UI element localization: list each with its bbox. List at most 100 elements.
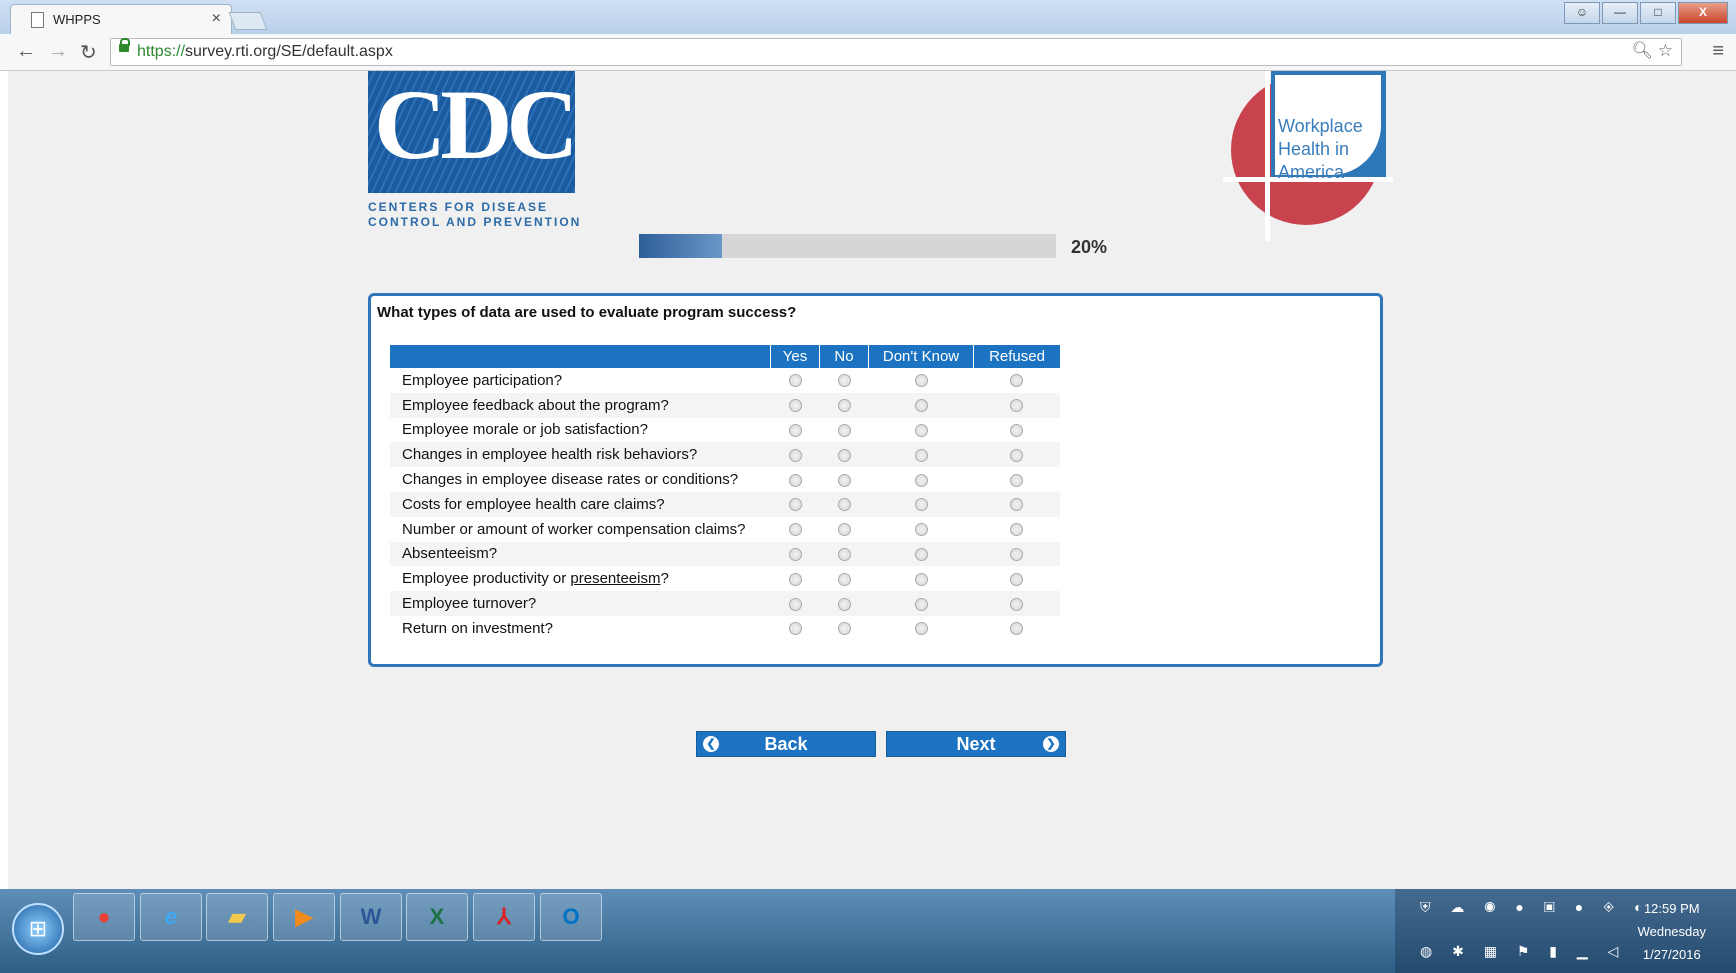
clock[interactable]: 12:59 PM Wednesday 1/27/2016 bbox=[1638, 897, 1706, 966]
column-header: No bbox=[819, 345, 869, 368]
radio-yes[interactable] bbox=[788, 572, 802, 586]
table-row: Employee morale or job satisfaction? bbox=[390, 417, 1060, 443]
file-explorer-icon[interactable]: ▰ bbox=[206, 893, 268, 941]
radio-don-t-know[interactable] bbox=[914, 498, 928, 512]
row-label: Changes in employee disease rates or con… bbox=[390, 467, 771, 492]
radio-refused[interactable] bbox=[1010, 374, 1024, 388]
row-label: Employee productivity or presenteeism? bbox=[390, 566, 771, 592]
radio-refused[interactable] bbox=[1010, 572, 1024, 586]
forward-arrow-icon[interactable]: → bbox=[48, 40, 68, 63]
reload-icon[interactable]: ↻ bbox=[80, 40, 97, 65]
radio-yes[interactable] bbox=[788, 597, 802, 611]
next-button[interactable]: Next ❯ bbox=[886, 731, 1066, 757]
radio-no[interactable] bbox=[837, 622, 851, 636]
table-row: Costs for employee health care claims? bbox=[390, 491, 1060, 517]
progress-label: 20% bbox=[1071, 237, 1108, 257]
radio-don-t-know[interactable] bbox=[914, 473, 928, 487]
radio-refused[interactable] bbox=[1010, 597, 1024, 611]
radio-don-t-know[interactable] bbox=[914, 399, 928, 413]
radio-no[interactable] bbox=[837, 473, 851, 487]
back-arrow-icon[interactable]: ← bbox=[16, 40, 36, 63]
radio-no[interactable] bbox=[837, 498, 851, 512]
radio-don-t-know[interactable] bbox=[914, 548, 928, 561]
close-tab-icon[interactable]: × bbox=[212, 10, 221, 28]
new-tab-button[interactable] bbox=[228, 12, 268, 30]
zoom-and-bookmark-icons[interactable]: 🔍︎ ☆ bbox=[1631, 41, 1673, 61]
table-row: Absenteeism? bbox=[390, 541, 1060, 567]
row-label: Absenteeism? bbox=[390, 541, 771, 567]
radio-yes[interactable] bbox=[788, 473, 802, 487]
radio-refused[interactable] bbox=[1010, 498, 1024, 512]
radio-yes[interactable] bbox=[788, 399, 802, 413]
table-row: Number or amount of worker compensation … bbox=[390, 516, 1060, 542]
radio-yes[interactable] bbox=[788, 548, 802, 561]
radio-don-t-know[interactable] bbox=[914, 424, 928, 438]
radio-don-t-know[interactable] bbox=[914, 523, 928, 537]
radio-refused[interactable] bbox=[1010, 473, 1024, 487]
radio-yes[interactable] bbox=[788, 374, 802, 388]
row-label: Return on investment? bbox=[390, 615, 771, 641]
radio-refused[interactable] bbox=[1010, 523, 1024, 537]
progress-fill bbox=[639, 234, 723, 258]
radio-no[interactable] bbox=[837, 424, 851, 438]
tray-icons-top[interactable]: ⛨ ☁ ◉ ● ▣ ● ◈ ◐ bbox=[1420, 899, 1651, 916]
address-bar[interactable]: https://survey.rti.org/SE/default.aspx 🔍… bbox=[110, 38, 1682, 66]
chrome-icon[interactable]: ● bbox=[73, 893, 135, 941]
browser-tab[interactable]: WHPPS × bbox=[10, 4, 232, 35]
radio-no[interactable] bbox=[837, 572, 851, 586]
row-label: Employee turnover? bbox=[390, 591, 771, 616]
radio-yes[interactable] bbox=[788, 523, 802, 537]
word-icon[interactable]: W bbox=[340, 893, 402, 941]
radio-yes[interactable] bbox=[788, 498, 802, 512]
radio-don-t-know[interactable] bbox=[914, 374, 928, 388]
radio-no[interactable] bbox=[837, 597, 851, 611]
row-label: Changes in employee health risk behavior… bbox=[390, 442, 771, 468]
table-row: Changes in employee health risk behavior… bbox=[390, 442, 1060, 468]
close-window-button[interactable]: X bbox=[1678, 2, 1728, 24]
question-box: What types of data are used to evaluate … bbox=[368, 293, 1383, 667]
excel-icon[interactable]: X bbox=[406, 893, 468, 941]
column-header: Refused bbox=[973, 345, 1060, 368]
radio-refused[interactable] bbox=[1010, 622, 1024, 636]
workplace-health-logo: Workplace Health in America bbox=[1223, 71, 1393, 241]
radio-yes[interactable] bbox=[788, 424, 802, 438]
response-grid: Yes No Don't Know Refused Employee parti… bbox=[390, 345, 1060, 641]
table-row: Employee turnover? bbox=[390, 591, 1060, 616]
radio-yes[interactable] bbox=[788, 448, 802, 462]
radio-yes[interactable] bbox=[788, 622, 802, 636]
browser-toolbar: ← → ↻ https://survey.rti.org/SE/default.… bbox=[0, 34, 1736, 71]
user-icon[interactable]: ☺ bbox=[1564, 2, 1600, 24]
radio-no[interactable] bbox=[837, 374, 851, 388]
radio-no[interactable] bbox=[837, 523, 851, 537]
radio-don-t-know[interactable] bbox=[914, 622, 928, 636]
question-text: What types of data are used to evaluate … bbox=[377, 304, 797, 321]
back-button[interactable]: ❮ Back bbox=[696, 731, 876, 757]
internet-explorer-icon[interactable]: e bbox=[140, 893, 202, 941]
radio-refused[interactable] bbox=[1010, 424, 1024, 438]
radio-don-t-know[interactable] bbox=[914, 448, 928, 462]
radio-refused[interactable] bbox=[1010, 448, 1024, 462]
windows-start-icon[interactable]: ⊞ bbox=[12, 903, 64, 955]
presenteeism-link[interactable]: presenteeism bbox=[570, 570, 660, 587]
radio-don-t-know[interactable] bbox=[914, 572, 928, 586]
radio-don-t-know[interactable] bbox=[914, 597, 928, 611]
minimize-button[interactable]: — bbox=[1602, 2, 1638, 24]
progress-bar bbox=[639, 234, 1056, 258]
tray-icons-bottom[interactable]: ◍ ✱ ▦ ⚑ ▮ ▁ ◁ bbox=[1420, 943, 1626, 960]
radio-no[interactable] bbox=[837, 399, 851, 413]
row-label: Employee feedback about the program? bbox=[390, 392, 771, 418]
media-player-icon[interactable]: ▶ bbox=[273, 893, 335, 941]
radio-refused[interactable] bbox=[1010, 399, 1024, 413]
title-bar: WHPPS × ☺ — □ X bbox=[0, 0, 1736, 35]
table-row: Return on investment? bbox=[390, 615, 1060, 641]
outlook-icon[interactable]: O bbox=[540, 893, 602, 941]
column-header: Don't Know bbox=[868, 345, 974, 368]
acrobat-icon[interactable]: ⅄ bbox=[473, 893, 535, 941]
radio-no[interactable] bbox=[837, 448, 851, 462]
radio-no[interactable] bbox=[837, 548, 851, 561]
window-controls: ☺ — □ X bbox=[1564, 2, 1728, 24]
menu-icon[interactable]: ≡ bbox=[1712, 40, 1724, 63]
row-label: Employee participation? bbox=[390, 368, 771, 393]
maximize-button[interactable]: □ bbox=[1640, 2, 1676, 24]
radio-refused[interactable] bbox=[1010, 548, 1024, 561]
